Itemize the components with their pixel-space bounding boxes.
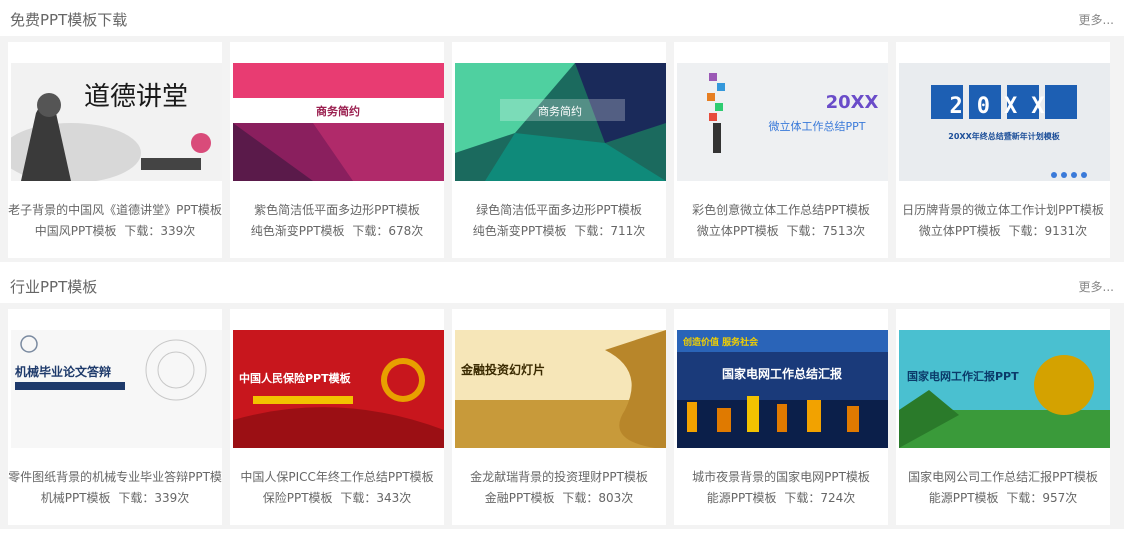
download-count: 下载：9131次 xyxy=(1008,224,1088,238)
template-title[interactable]: 彩色创意微立体工作总结PPT模板 xyxy=(674,201,888,218)
template-title[interactable]: 国家电网公司工作总结汇报PPT模板 xyxy=(896,468,1110,485)
template-card[interactable]: 20XX 微立体工作总结PPT 彩色创意微立体工作总结PPT模板 微立体PPT模… xyxy=(674,42,888,258)
template-meta: 保险PPT模板 下载：343次 xyxy=(230,489,444,506)
svg-text:机械毕业论文答辩: 机械毕业论文答辩 xyxy=(15,364,111,379)
template-card[interactable]: 道德讲堂 老子背景的中国风《道德讲堂》PPT模板 中国风PPT模板 下载：339… xyxy=(8,42,222,258)
section-body: 机械毕业论文答辩 零件图纸背景的机械专业毕业答辩PPT模 机械PPT模板 下载：… xyxy=(0,303,1124,529)
svg-text:微立体工作总结PPT: 微立体工作总结PPT xyxy=(769,119,866,133)
template-title[interactable]: 城市夜景背景的国家电网PPT模板 xyxy=(674,468,888,485)
more-link[interactable]: 更多... xyxy=(1079,11,1114,28)
section-header: 免费PPT模板下载 更多... xyxy=(0,0,1124,36)
download-count: 下载：711次 xyxy=(574,224,646,238)
svg-text:商务简约: 商务简约 xyxy=(538,104,582,118)
template-title[interactable]: 绿色简洁低平面多边形PPT模板 xyxy=(452,201,666,218)
download-count: 下载：7513次 xyxy=(786,224,866,238)
svg-text:创造价值 服务社会: 创造价值 服务社会 xyxy=(682,336,759,348)
template-card[interactable]: 金融投资幻灯片 金龙献瑞背景的投资理财PPT模板 金融PPT模板 下载：803次 xyxy=(452,309,666,525)
template-meta: 纯色渐变PPT模板 下载：678次 xyxy=(230,222,444,239)
svg-text:20XX年终总结暨新年计划模板: 20XX年终总结暨新年计划模板 xyxy=(948,131,1060,141)
template-thumbnail[interactable]: 商务简约 xyxy=(233,63,444,181)
template-category[interactable]: 机械PPT模板 xyxy=(41,491,111,505)
svg-text:国家电网工作汇报PPT: 国家电网工作汇报PPT xyxy=(907,369,1019,383)
template-card[interactable]: 商务简约 绿色简洁低平面多边形PPT模板 纯色渐变PPT模板 下载：711次 xyxy=(452,42,666,258)
template-title[interactable]: 紫色简洁低平面多边形PPT模板 xyxy=(230,201,444,218)
template-meta: 机械PPT模板 下载：339次 xyxy=(8,489,222,506)
template-category[interactable]: 保险PPT模板 xyxy=(263,491,333,505)
template-meta: 微立体PPT模板 下载：7513次 xyxy=(674,222,888,239)
download-count: 下载：724次 xyxy=(784,491,856,505)
download-count: 下载：803次 xyxy=(562,491,634,505)
template-title[interactable]: 日历牌背景的微立体工作计划PPT模板 xyxy=(896,201,1110,218)
template-category[interactable]: 能源PPT模板 xyxy=(707,491,777,505)
section-title: 行业PPT模板 xyxy=(10,278,98,296)
template-category[interactable]: 微立体PPT模板 xyxy=(919,224,1001,238)
section-header: 行业PPT模板 更多... xyxy=(0,267,1124,303)
download-count: 下载：339次 xyxy=(124,224,196,238)
template-card[interactable]: 创造价值 服务社会 国家电网工作总结汇报 城市夜景背景的国家电网PPT模板 能源… xyxy=(674,309,888,525)
section-industry-templates: 行业PPT模板 更多... 机械毕业论文答辩 零件图纸背景的机械专业毕业答辩PP… xyxy=(0,267,1124,529)
template-category[interactable]: 金融PPT模板 xyxy=(485,491,555,505)
svg-text:中国人民保险PPT模板: 中国人民保险PPT模板 xyxy=(239,371,352,385)
template-thumbnail[interactable]: 道德讲堂 xyxy=(11,63,222,181)
template-card[interactable]: 20XX 20XX年终总结暨新年计划模板 日历牌背景的微立体工作计划PPT模板 … xyxy=(896,42,1110,258)
template-card[interactable]: 机械毕业论文答辩 零件图纸背景的机械专业毕业答辩PPT模 机械PPT模板 下载：… xyxy=(8,309,222,525)
template-category[interactable]: 纯色渐变PPT模板 xyxy=(473,224,567,238)
template-thumbnail[interactable]: 金融投资幻灯片 xyxy=(455,330,666,448)
template-thumbnail[interactable]: 商务简约 xyxy=(455,63,666,181)
template-thumbnail[interactable]: 20XX 20XX年终总结暨新年计划模板 xyxy=(899,63,1110,181)
template-thumbnail[interactable]: 中国人民保险PPT模板 xyxy=(233,330,444,448)
svg-text:道德讲堂: 道德讲堂 xyxy=(84,82,188,112)
template-meta: 微立体PPT模板 下载：9131次 xyxy=(896,222,1110,239)
section-free-templates: 免费PPT模板下载 更多... 道德讲堂 老子背景的中国风《道德讲堂》PPT模板… xyxy=(0,0,1124,262)
section-title: 免费PPT模板下载 xyxy=(10,11,128,29)
template-title[interactable]: 零件图纸背景的机械专业毕业答辩PPT模 xyxy=(8,468,222,485)
template-meta: 纯色渐变PPT模板 下载：711次 xyxy=(452,222,666,239)
more-link[interactable]: 更多... xyxy=(1079,278,1114,295)
svg-text:金融投资幻灯片: 金融投资幻灯片 xyxy=(460,362,545,377)
template-category[interactable]: 微立体PPT模板 xyxy=(697,224,779,238)
template-meta: 能源PPT模板 下载：957次 xyxy=(896,489,1110,506)
svg-text:20XX: 20XX xyxy=(950,94,1059,119)
template-thumbnail[interactable]: 国家电网工作汇报PPT xyxy=(899,330,1110,448)
template-thumbnail[interactable]: 20XX 微立体工作总结PPT xyxy=(677,63,888,181)
template-title[interactable]: 老子背景的中国风《道德讲堂》PPT模板 xyxy=(8,201,222,218)
template-card[interactable]: 中国人民保险PPT模板 中国人保PICC年终工作总结PPT模板 保险PPT模板 … xyxy=(230,309,444,525)
template-title[interactable]: 中国人保PICC年终工作总结PPT模板 xyxy=(230,468,444,485)
template-card[interactable]: 国家电网工作汇报PPT 国家电网公司工作总结汇报PPT模板 能源PPT模板 下载… xyxy=(896,309,1110,525)
template-thumbnail[interactable]: 创造价值 服务社会 国家电网工作总结汇报 xyxy=(677,330,888,448)
download-count: 下载：957次 xyxy=(1006,491,1078,505)
template-thumbnail[interactable]: 机械毕业论文答辩 xyxy=(11,330,222,448)
download-count: 下载：678次 xyxy=(352,224,424,238)
download-count: 下载：343次 xyxy=(340,491,412,505)
template-category[interactable]: 能源PPT模板 xyxy=(929,491,999,505)
download-count: 下载：339次 xyxy=(118,491,190,505)
svg-text:商务简约: 商务简约 xyxy=(316,104,360,118)
template-category[interactable]: 纯色渐变PPT模板 xyxy=(251,224,345,238)
section-body: 道德讲堂 老子背景的中国风《道德讲堂》PPT模板 中国风PPT模板 下载：339… xyxy=(0,36,1124,262)
svg-text:20XX: 20XX xyxy=(826,92,879,113)
template-meta: 中国风PPT模板 下载：339次 xyxy=(8,222,222,239)
template-meta: 能源PPT模板 下载：724次 xyxy=(674,489,888,506)
template-card[interactable]: 商务简约 紫色简洁低平面多边形PPT模板 纯色渐变PPT模板 下载：678次 xyxy=(230,42,444,258)
svg-text:国家电网工作总结汇报: 国家电网工作总结汇报 xyxy=(722,366,842,381)
template-category[interactable]: 中国风PPT模板 xyxy=(35,224,117,238)
template-title[interactable]: 金龙献瑞背景的投资理财PPT模板 xyxy=(452,468,666,485)
template-meta: 金融PPT模板 下载：803次 xyxy=(452,489,666,506)
